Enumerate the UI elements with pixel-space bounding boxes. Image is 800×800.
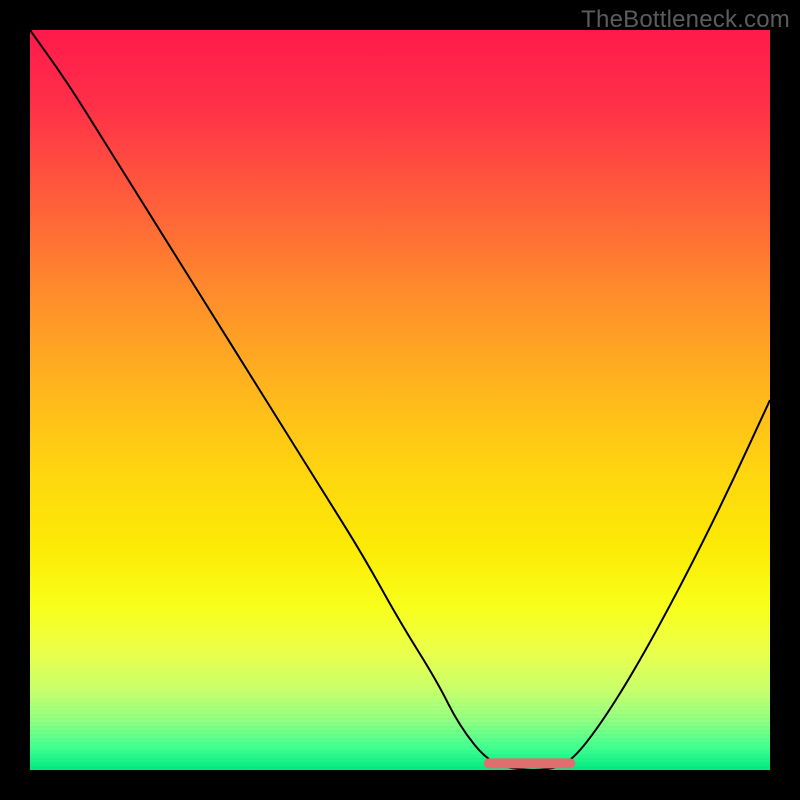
curve-svg [30,30,770,770]
bottleneck-curve [30,30,770,770]
plot-area [30,30,770,770]
chart-frame: TheBottleneck.com [0,0,800,800]
watermark-text: TheBottleneck.com [581,6,790,34]
